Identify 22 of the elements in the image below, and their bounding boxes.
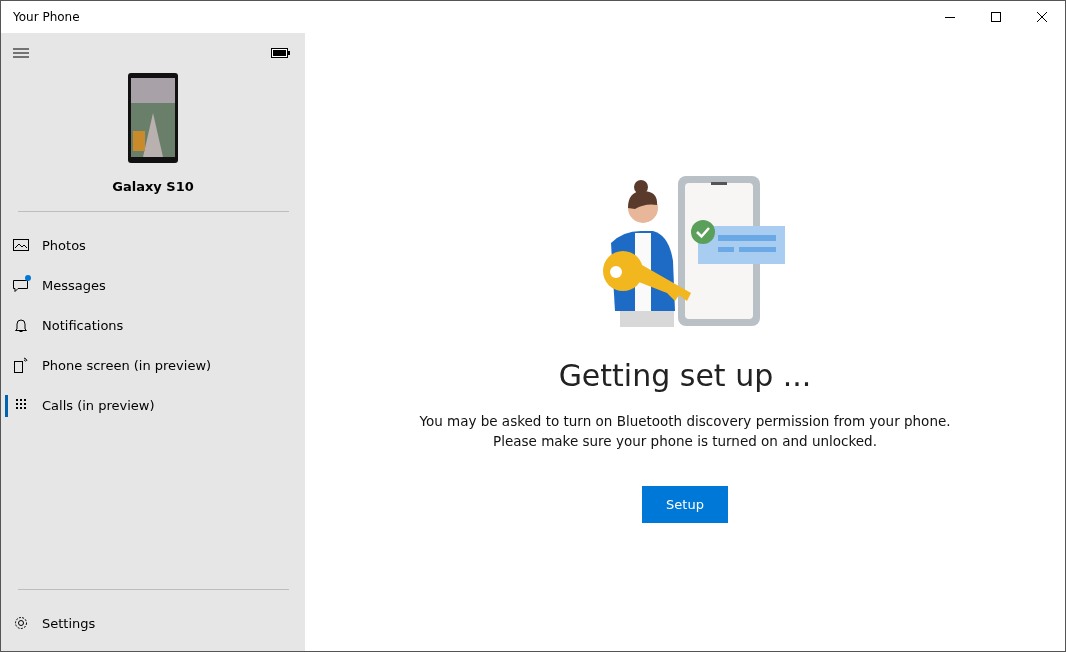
chat-icon [13, 277, 29, 293]
device-name: Galaxy S10 [111, 179, 195, 194]
nav-item[interactable]: Phone screen (in preview) [1, 345, 305, 385]
instruction-text: Please make sure your phone is turned on and unlocked. [493, 432, 877, 451]
picture-icon [13, 238, 29, 252]
bell-icon [14, 317, 28, 333]
status-heading: Getting set up ... [558, 358, 812, 393]
keypad-icon [15, 398, 27, 412]
menu-icon[interactable] [13, 47, 29, 59]
settings-icon [13, 615, 29, 631]
nav-item[interactable]: Messages [1, 265, 305, 305]
close-icon [1036, 11, 1048, 23]
maximize-icon [990, 11, 1002, 23]
window-title: Your Phone [12, 10, 80, 24]
nav-item[interactable]: Photos [1, 225, 305, 265]
nav-item[interactable]: Notifications [1, 305, 305, 345]
instruction-text: You may be asked to turn on Bluetooth discovery permission from your phone. [419, 412, 951, 431]
settings-item[interactable]: Settings [1, 603, 305, 643]
nav-item[interactable]: Calls (in preview) [1, 385, 305, 425]
battery-icon [271, 48, 290, 58]
setup-button[interactable]: Setup [642, 486, 728, 523]
phone-signal-icon [14, 357, 28, 373]
